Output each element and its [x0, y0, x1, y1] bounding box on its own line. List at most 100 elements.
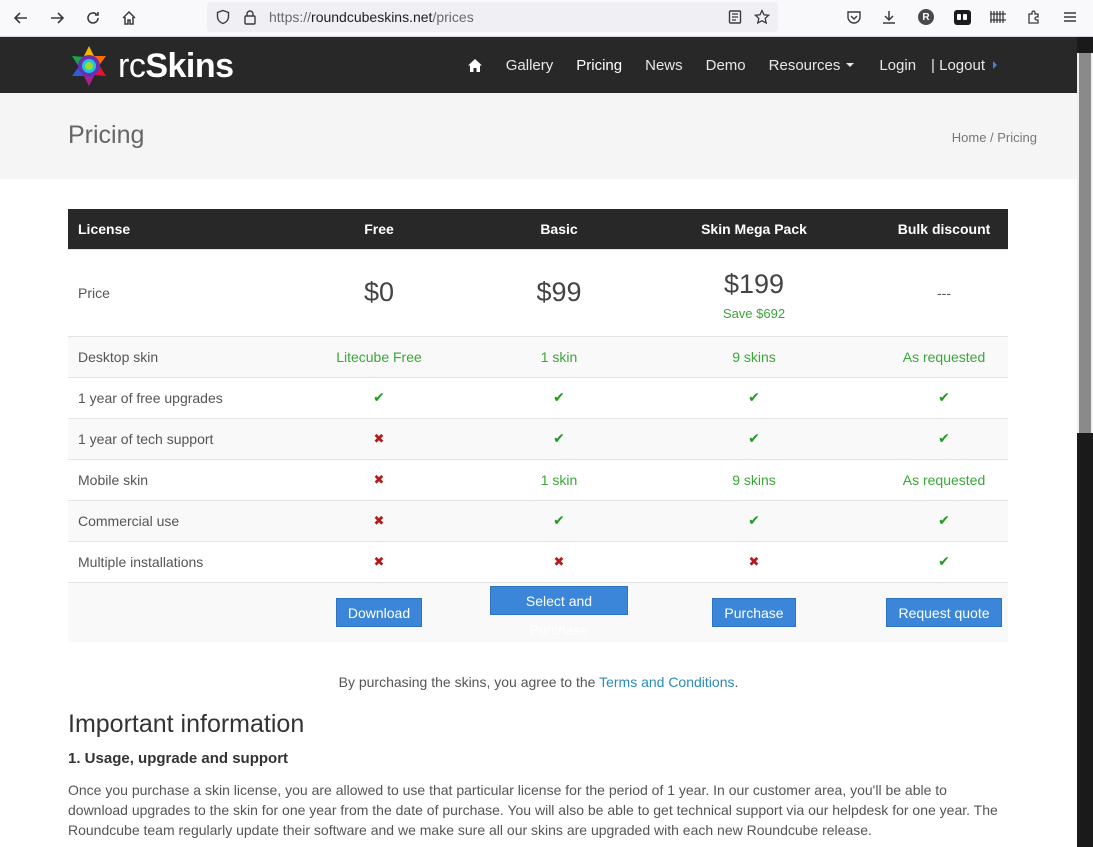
terms-notice: By purchasing the skins, you agree to th… [0, 674, 1077, 690]
nav-news[interactable]: News [645, 57, 683, 74]
nav-login[interactable]: Login [879, 57, 916, 74]
feature-cell-basic: ✔ [490, 376, 628, 418]
feature-value: 9 skins [732, 348, 776, 365]
page-title: Pricing [68, 121, 145, 149]
feature-cell-bulk: ✔ [880, 499, 1008, 541]
price-mega-pack: $199 Save $692 [628, 248, 880, 336]
page-scrollbar[interactable] [1077, 37, 1093, 847]
nav-gallery[interactable]: Gallery [506, 57, 554, 74]
feature-cell-basic: 1 skin [490, 458, 628, 500]
check-icon: ✔ [748, 389, 760, 405]
feature-cell-mega-pack: ✔ [628, 499, 880, 541]
feature-row: Desktop skin Litecube Free 1 skin 9 skins As… [68, 335, 1008, 377]
feature-cell-bulk: As requested [880, 458, 1008, 500]
extensions-puzzle-icon[interactable] [1023, 6, 1045, 28]
nav-pricing[interactable]: Pricing [576, 57, 622, 74]
nav-resources[interactable]: Resources [769, 57, 857, 74]
feature-row: Multiple installations ✖ ✖ ✖ ✔ [68, 540, 1008, 582]
purchase-button[interactable]: Purchase [712, 597, 796, 627]
reload-button[interactable] [80, 6, 106, 30]
back-arrow-icon [13, 12, 27, 24]
feature-cell-basic: ✔ [490, 417, 628, 459]
scroll-up-area[interactable] [1077, 37, 1093, 53]
cross-icon: ✖ [553, 554, 565, 569]
feature-cell-mega-pack: 9 skins [628, 335, 880, 377]
action-cell: Download [268, 581, 490, 642]
action-cell: Request quote [880, 581, 1008, 642]
nav-home[interactable] [467, 58, 483, 73]
reader-view-icon[interactable] [725, 8, 745, 26]
terms-link[interactable]: Terms and Conditions [599, 674, 734, 690]
site-logo[interactable]: rcSkins [68, 45, 234, 87]
select-and-purchase-button[interactable]: Select and Purchase [490, 586, 628, 638]
price-basic-value: $99 [536, 277, 582, 307]
feature-label: Mobile skin [68, 458, 268, 500]
pricing-header-row: License Free Basic Skin Mega Pack Bulk d… [68, 209, 1008, 249]
feature-value: 1 skin [540, 348, 578, 365]
feature-cell-bulk: ✔ [880, 417, 1008, 459]
breadcrumb[interactable]: Home / Pricing [952, 130, 1037, 145]
library-icon[interactable] [987, 6, 1009, 28]
forward-arrow-icon [51, 12, 65, 24]
feature-cell-mega-pack: ✖ [628, 540, 880, 582]
page-title-bar: Pricing Home / Pricing [0, 93, 1077, 179]
check-icon: ✔ [748, 512, 760, 528]
request-quote-button[interactable]: Request quote [886, 597, 1002, 627]
url-host: roundcubeskins.net [311, 9, 433, 25]
scroll-thumb[interactable] [1079, 53, 1091, 433]
feature-label: 1 year of free upgrades [68, 376, 268, 418]
price-mega-pack-value: $199 [723, 268, 785, 299]
feature-row: 1 year of free upgrades ✔ ✔ ✔ ✔ [68, 376, 1008, 418]
shield-icon[interactable] [213, 8, 233, 26]
check-icon: ✔ [553, 430, 565, 446]
pricing-table: License Free Basic Skin Mega Pack Bulk d… [68, 209, 1008, 642]
check-icon: ✔ [938, 553, 950, 569]
feature-cell-bulk: As requested [880, 335, 1008, 377]
nav-logout[interactable]: | Logout [931, 57, 999, 74]
cross-icon: ✖ [373, 472, 385, 487]
feature-value: 9 skins [732, 471, 776, 488]
usage-paragraph: Once you purchase a skin license, you ar… [68, 782, 998, 838]
account-letter: R [918, 9, 934, 25]
downloads-icon[interactable] [878, 6, 900, 28]
home-button[interactable] [116, 6, 142, 30]
feature-cell-free: ✔ [268, 376, 490, 418]
nav-demo[interactable]: Demo [706, 57, 746, 74]
url-text[interactable]: https://roundcubeskins.net/prices [269, 9, 474, 25]
feature-cell-free: ✖ [268, 417, 490, 459]
price-basic: $99 [490, 248, 628, 336]
lock-icon[interactable] [240, 8, 260, 26]
important-info-heading: Important information [68, 710, 305, 738]
feature-label: Multiple installations [68, 540, 268, 582]
action-row: Download Select and Purchase Purchase Reque… [68, 581, 1008, 642]
forward-button[interactable] [44, 6, 70, 30]
feature-cell-basic: ✖ [490, 540, 628, 582]
price-row: Price $0 $99 $199 Save $692 --- [68, 248, 1008, 336]
bookmark-star-icon[interactable] [752, 8, 772, 26]
price-free-value: $0 [363, 277, 395, 307]
download-button[interactable]: Download [335, 597, 423, 627]
address-bar[interactable]: https://roundcubeskins.net/prices [207, 2, 778, 32]
feature-cell-free: Litecube Free [268, 335, 490, 377]
pocket-icon[interactable] [843, 6, 865, 28]
menu-hamburger-icon[interactable] [1059, 6, 1081, 28]
feature-value: As requested [902, 471, 986, 488]
usage-subheading: 1. Usage, upgrade and support [68, 750, 289, 767]
cross-icon: ✖ [373, 431, 385, 446]
home-outline-icon [122, 10, 136, 25]
action-cell: Select and Purchase [490, 581, 628, 642]
extension-icon[interactable] [951, 6, 973, 28]
feature-cell-basic: 1 skin [490, 335, 628, 377]
site-header: rcSkins Gallery Pricing News Demo Resour… [0, 37, 1077, 93]
logo-wordmark: rcSkins [118, 47, 234, 86]
account-avatar-icon[interactable]: R [915, 6, 937, 28]
feature-value: 1 skin [540, 471, 578, 488]
feature-cell-mega-pack: ✔ [628, 417, 880, 459]
back-button[interactable] [8, 6, 34, 30]
caret-right-icon [993, 61, 997, 69]
feature-row: 1 year of tech support ✖ ✔ ✔ ✔ [68, 417, 1008, 459]
cross-icon: ✖ [748, 554, 760, 569]
feature-cell-mega-pack: ✔ [628, 376, 880, 418]
feature-row: Commercial use ✖ ✔ ✔ ✔ [68, 499, 1008, 541]
scroll-track-lower[interactable] [1077, 433, 1093, 847]
